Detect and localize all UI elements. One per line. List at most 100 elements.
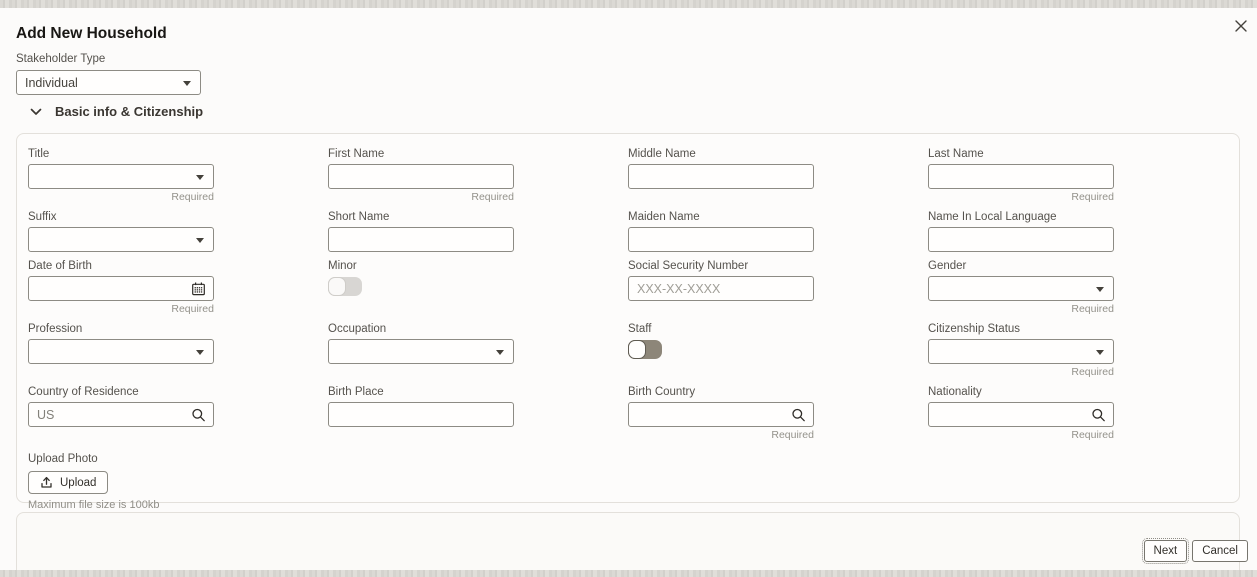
field-occupation: Occupation (328, 323, 514, 378)
caret-down-icon (1096, 349, 1104, 355)
next-button[interactable]: Next (1141, 538, 1190, 564)
required-hint: Required (171, 191, 214, 203)
toggle-knob (328, 277, 346, 296)
field-label: First Name (328, 148, 385, 160)
field-title: Title Required (28, 148, 214, 203)
field-date-of-birth: Date of Birth Required (28, 260, 214, 315)
caret-down-icon (183, 80, 191, 86)
gender-select[interactable] (928, 276, 1114, 301)
occupation-select[interactable] (328, 339, 514, 364)
close-icon[interactable] (1232, 17, 1250, 35)
required-hint: Required (1071, 429, 1114, 441)
field-label: Birth Place (328, 386, 384, 398)
field-label: Title (28, 148, 50, 160)
footer-actions: Next Cancel (1141, 538, 1248, 564)
basic-info-panel: Title Required First Name Required Middl… (16, 133, 1240, 511)
citizenship-status-select[interactable] (928, 339, 1114, 364)
next-section-panel (16, 512, 1240, 577)
background-texture-top (0, 0, 1257, 8)
calendar-icon[interactable] (191, 281, 206, 296)
field-label: Staff (628, 323, 652, 335)
stakeholder-type-label: Stakeholder Type (16, 53, 106, 65)
field-label: Short Name (328, 211, 390, 223)
section-basic-info-citizenship[interactable]: Basic info & Citizenship (30, 104, 203, 119)
field-last-name: Last Name Required (928, 148, 1114, 203)
search-icon[interactable] (191, 407, 206, 422)
field-label: Citizenship Status (928, 323, 1021, 335)
field-label: Birth Country (628, 386, 696, 398)
last-name-input[interactable] (929, 165, 1113, 188)
ssn-input[interactable] (629, 277, 813, 300)
field-label: Minor (328, 260, 357, 272)
field-staff: Staff (628, 323, 814, 378)
minor-toggle (328, 277, 362, 296)
field-label: Middle Name (628, 148, 696, 160)
field-short-name: Short Name (328, 211, 514, 252)
search-icon[interactable] (1091, 407, 1106, 422)
field-country-of-residence: Country of Residence (28, 386, 214, 441)
toggle-knob (628, 340, 646, 359)
maiden-name-input[interactable] (629, 228, 813, 251)
field-gender: Gender Required (928, 260, 1114, 315)
upload-photo-label: Upload Photo (28, 453, 98, 465)
caret-down-icon (196, 349, 204, 355)
field-label: Date of Birth (28, 260, 92, 272)
field-citizenship-status: Citizenship Status Required (928, 323, 1114, 378)
section-title: Basic info & Citizenship (55, 104, 204, 119)
field-label: Name In Local Language (928, 211, 1057, 223)
first-name-input[interactable] (329, 165, 513, 188)
nationality-input[interactable] (929, 403, 1113, 426)
required-hint: Required (471, 191, 514, 203)
field-birth-place: Birth Place (328, 386, 514, 441)
search-icon[interactable] (791, 407, 806, 422)
required-hint: Required (171, 303, 214, 315)
upload-hint: Maximum file size is 100kb (28, 499, 160, 511)
title-select[interactable] (28, 164, 214, 189)
required-hint: Required (1071, 191, 1114, 203)
cancel-button[interactable]: Cancel (1192, 540, 1248, 562)
field-birth-country: Birth Country Required (628, 386, 814, 441)
field-minor: Minor (328, 260, 514, 315)
caret-down-icon (196, 174, 204, 180)
field-middle-name: Middle Name (628, 148, 814, 203)
field-suffix: Suffix (28, 211, 214, 252)
field-label: Social Security Number (628, 260, 749, 272)
caret-down-icon (196, 237, 204, 243)
birth-place-input[interactable] (329, 403, 513, 426)
field-label: Occupation (328, 323, 387, 335)
field-label: Profession (28, 323, 83, 335)
field-label: Gender (928, 260, 967, 272)
caret-down-icon (1096, 286, 1104, 292)
staff-toggle[interactable] (628, 340, 662, 359)
birth-country-input[interactable] (629, 403, 813, 426)
middle-name-input[interactable] (629, 165, 813, 188)
name-in-local-language-input[interactable] (929, 228, 1113, 251)
field-maiden-name: Maiden Name (628, 211, 814, 252)
field-profession: Profession (28, 323, 214, 378)
field-first-name: First Name Required (328, 148, 514, 203)
background-texture-bottom (0, 570, 1257, 577)
field-nationality: Nationality Required (928, 386, 1114, 441)
field-label: Suffix (28, 211, 57, 223)
date-of-birth-input[interactable] (29, 277, 213, 300)
stakeholder-type-select[interactable] (16, 70, 201, 95)
country-of-residence-input[interactable] (29, 403, 213, 426)
upload-button[interactable]: Upload (28, 471, 109, 494)
chevron-down-icon (30, 108, 42, 116)
profession-select[interactable] (28, 339, 214, 364)
required-hint: Required (771, 429, 814, 441)
field-label: Maiden Name (628, 211, 700, 223)
required-hint: Required (1071, 366, 1114, 378)
short-name-input[interactable] (329, 228, 513, 251)
field-name-in-local-language: Name In Local Language (928, 211, 1114, 252)
field-ssn: Social Security Number (628, 260, 814, 315)
upload-icon (40, 476, 53, 489)
page-title: Add New Household (16, 25, 167, 42)
field-label: Last Name (928, 148, 984, 160)
required-hint: Required (1071, 303, 1114, 315)
field-label: Country of Residence (28, 386, 139, 398)
stakeholder-type-value[interactable] (17, 71, 200, 94)
field-label: Nationality (928, 386, 982, 398)
suffix-select[interactable] (28, 227, 214, 252)
caret-down-icon (496, 349, 504, 355)
